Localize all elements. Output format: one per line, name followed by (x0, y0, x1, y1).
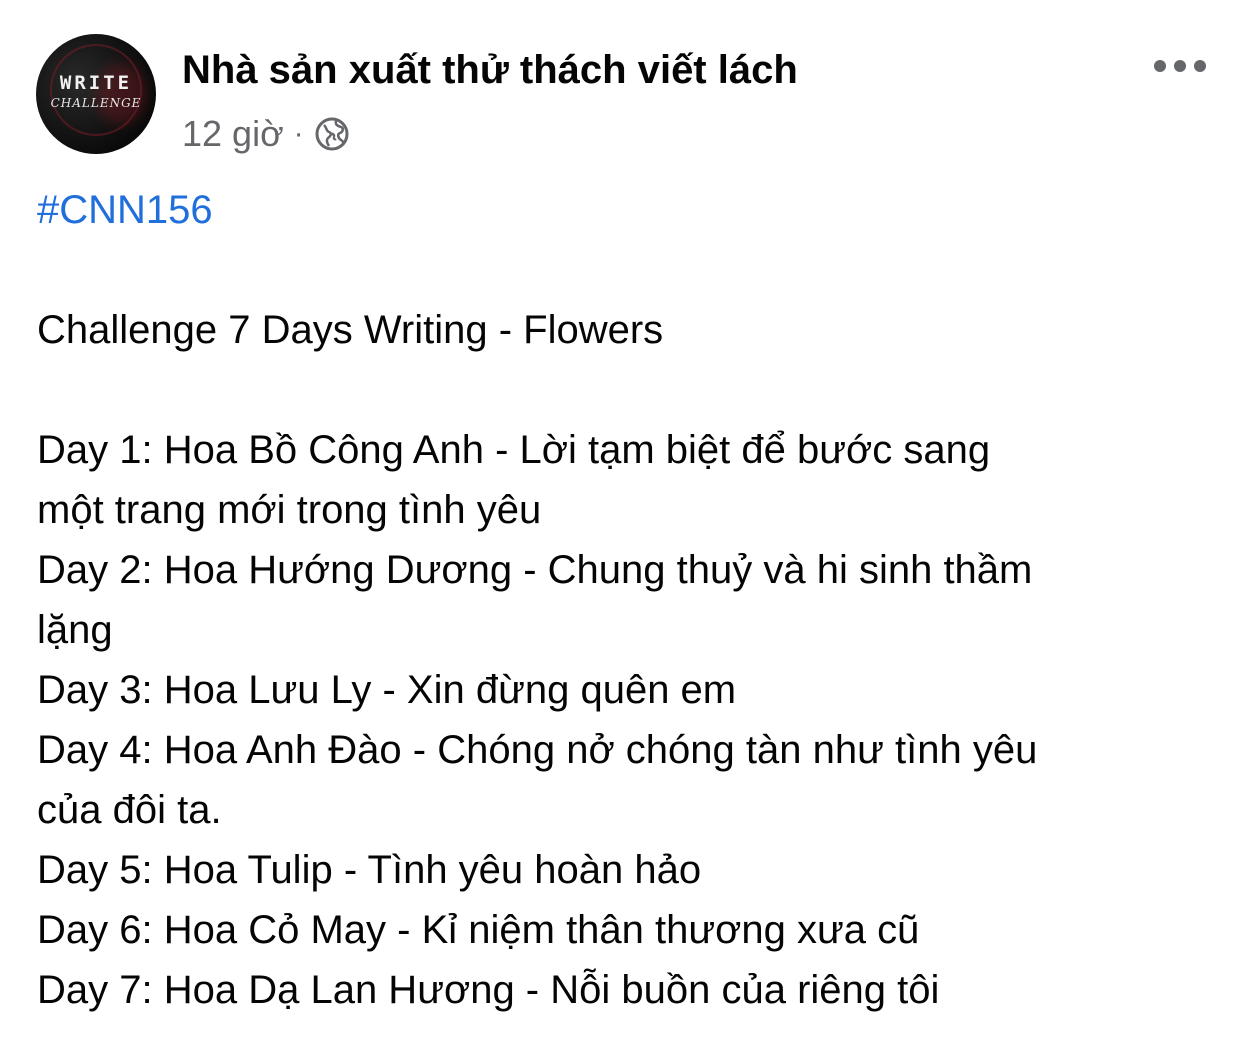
post-text-line: của đôi ta. (37, 788, 222, 832)
post-text-line: Day 4: Hoa Anh Đào - Chóng nở chóng tàn … (37, 728, 1038, 772)
post-body: #CNN156 Challenge 7 Days Writing - Flowe… (37, 180, 1217, 1020)
post-title-line: Challenge 7 Days Writing - Flowers (37, 308, 664, 352)
post-text-line: Day 5: Hoa Tulip - Tình yêu hoàn hảo (37, 848, 702, 892)
post-text-line: Day 3: Hoa Lưu Ly - Xin đừng quên em (37, 668, 737, 712)
more-dot (1194, 60, 1206, 72)
post-text-line: lặng (37, 608, 113, 652)
post-meta: 12 giờ · (182, 112, 350, 156)
meta-separator: · (293, 117, 304, 150)
avatar-logo-subtext: CHALLENGE (50, 96, 142, 110)
post-header: WRITE CHALLENGE Nhà sản xuất thử thách v… (36, 34, 1216, 164)
hashtag-link[interactable]: #CNN156 (37, 180, 1217, 240)
facebook-post: WRITE CHALLENGE Nhà sản xuất thử thách v… (0, 0, 1242, 1039)
post-text-line: Day 7: Hoa Dạ Lan Hương - Nỗi buồn của r… (37, 968, 940, 1012)
post-text-line: Day 1: Hoa Bồ Công Anh - Lời tạm biệt để… (37, 428, 991, 472)
more-dot (1154, 60, 1166, 72)
more-dot (1174, 60, 1186, 72)
post-text-line: Day 2: Hoa Hướng Dương - Chung thuỷ và h… (37, 548, 1033, 592)
post-time[interactable]: 12 giờ (182, 113, 284, 155)
author-name[interactable]: Nhà sản xuất thử thách viết lách (182, 48, 798, 93)
page-avatar[interactable]: WRITE CHALLENGE (36, 34, 156, 154)
more-options-icon[interactable] (1154, 54, 1206, 78)
post-text-line: một trang mới trong tình yêu (37, 488, 542, 532)
globe-icon[interactable] (314, 116, 350, 152)
avatar-logo-text: WRITE (59, 72, 133, 94)
post-text-line: Day 6: Hoa Cỏ May - Kỉ niệm thân thương … (37, 908, 920, 952)
